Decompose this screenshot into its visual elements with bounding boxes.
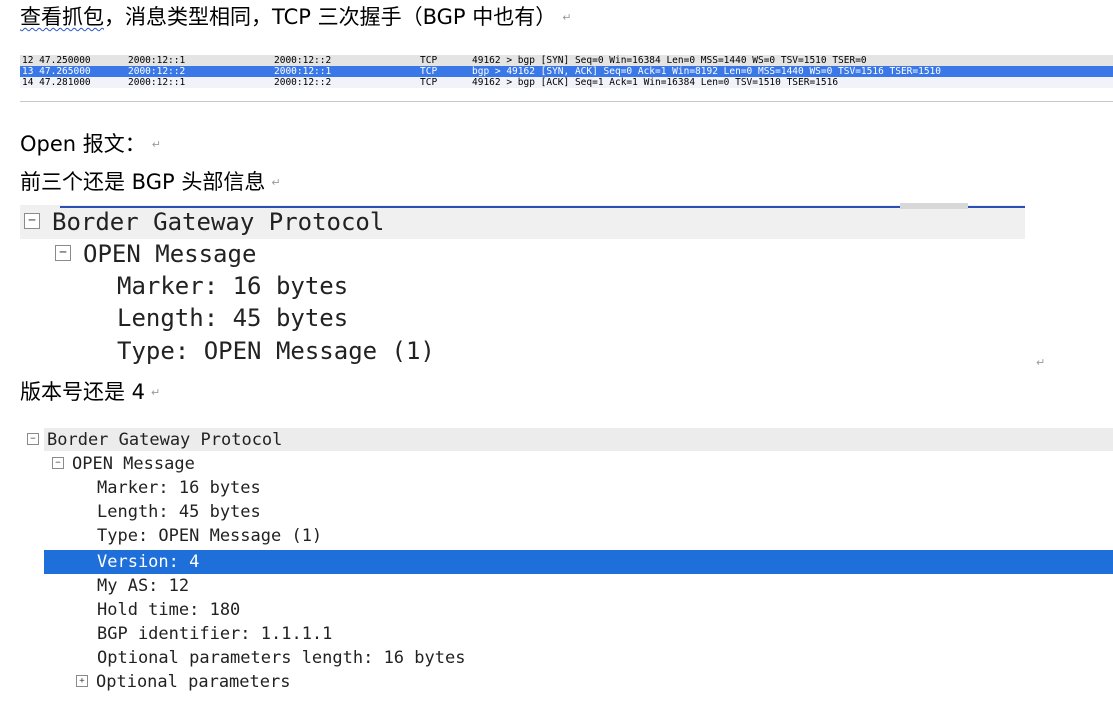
- packet-info: 49162 > bgp [SYN] Seq=0 Win=16384 Len=0 …: [472, 55, 867, 66]
- selected-row-highlight: [44, 550, 1113, 574]
- spellcheck-word: 查看抓包: [20, 5, 104, 29]
- packet-source: 2000:12::1: [128, 77, 186, 88]
- packet-info: 49162 > bgp [ACK] Seq=1 Ack=1 Win=16384 …: [472, 77, 839, 88]
- tree-field-hold-time[interactable]: Hold time: 180: [97, 599, 240, 621]
- packet-destination: 2000:12::2: [274, 77, 332, 88]
- collapse-icon[interactable]: −: [55, 245, 71, 261]
- tree-node-bgp[interactable]: − Border Gateway Protocol: [27, 429, 282, 451]
- tree-node-open-message[interactable]: − OPEN Message: [55, 239, 256, 269]
- packet-destination: 2000:12::2: [274, 55, 332, 66]
- paragraph-mark-icon: ↵: [151, 138, 161, 151]
- tree-field-marker[interactable]: Marker: 16 bytes: [117, 271, 348, 301]
- packet-protocol: TCP: [420, 77, 438, 88]
- expand-icon[interactable]: +: [76, 675, 88, 687]
- packet-row-selected[interactable]: 13 47.265000 2000:12::2 2000:12::1 TCP b…: [20, 66, 1113, 77]
- tree-node-optional-parameters[interactable]: + Optional parameters: [76, 671, 290, 693]
- paragraph-mark-icon: ↵: [271, 176, 281, 189]
- scrollbar-thumb[interactable]: [900, 203, 968, 209]
- note-header-info: 前三个还是 BGP 头部信息 ↵: [20, 169, 281, 196]
- tree-node-label: OPEN Message: [72, 454, 195, 474]
- note-open-message: Open 报文： ↵: [20, 131, 161, 158]
- tree-field-type[interactable]: Type: OPEN Message (1): [97, 525, 322, 547]
- packet-row[interactable]: 14 47.281000 2000:12::1 2000:12::2 TCP 4…: [20, 77, 1113, 88]
- note-capture-line: 查看抓包，消息类型相同，TCP 三次握手（BGP 中也有） ↵: [20, 4, 571, 31]
- tree-node-open-message[interactable]: − OPEN Message: [52, 453, 195, 475]
- tree-node-bgp[interactable]: − Border Gateway Protocol: [24, 207, 384, 237]
- note-text: Open 报文：: [20, 132, 146, 156]
- tree-field-my-as[interactable]: My AS: 12: [97, 575, 189, 597]
- packet-list: 12 47.250000 2000:12::1 2000:12::2 TCP 4…: [20, 55, 1113, 102]
- tree-field-opt-param-length[interactable]: Optional parameters length: 16 bytes: [97, 647, 465, 669]
- paragraph-mark-icon: ↵: [1036, 356, 1046, 369]
- tree-field-version[interactable]: Version: 4: [97, 551, 199, 573]
- packet-row[interactable]: 12 47.250000 2000:12::1 2000:12::2 TCP 4…: [20, 55, 1113, 66]
- packet-details-full: − Border Gateway Protocol − OPEN Message M…: [0, 428, 1113, 716]
- tree-field-type[interactable]: Type: OPEN Message (1): [117, 336, 435, 366]
- collapse-icon[interactable]: −: [52, 457, 64, 469]
- tree-node-label: Border Gateway Protocol: [52, 208, 385, 236]
- packet-destination: 2000:12::1: [274, 66, 332, 77]
- note-version: 版本号还是 4 ↵: [20, 379, 160, 406]
- packet-info: bgp > 49162 [SYN, ACK] Seq=0 Ack=1 Win=8…: [472, 66, 941, 77]
- packet-source: 2000:12::2: [128, 66, 186, 77]
- tree-field-marker[interactable]: Marker: 16 bytes: [97, 477, 261, 499]
- note-text: ，消息类型相同，TCP 三次握手（BGP 中也有）: [104, 5, 557, 29]
- note-text: 版本号还是 4: [20, 380, 146, 404]
- collapse-icon[interactable]: −: [24, 213, 40, 229]
- tree-node-label: Border Gateway Protocol: [47, 430, 283, 450]
- tree-node-label: Optional parameters: [96, 672, 291, 692]
- packet-no-time: 12 47.250000: [22, 55, 91, 66]
- tree-field-length[interactable]: Length: 45 bytes: [117, 303, 348, 333]
- packet-no-time: 13 47.265000: [22, 66, 91, 77]
- tree-field-length[interactable]: Length: 45 bytes: [97, 501, 261, 523]
- packet-protocol: TCP: [420, 55, 438, 66]
- tree-field-bgp-identifier[interactable]: BGP identifier: 1.1.1.1: [97, 623, 332, 645]
- tree-node-label: OPEN Message: [83, 240, 257, 268]
- packet-no-time: 14 47.281000: [22, 77, 91, 88]
- collapse-icon[interactable]: −: [27, 433, 39, 445]
- paragraph-mark-icon: ↵: [562, 11, 572, 24]
- packet-protocol: TCP: [420, 66, 438, 77]
- paragraph-mark-icon: ↵: [151, 386, 161, 399]
- packet-source: 2000:12::1: [128, 55, 186, 66]
- note-text: 前三个还是 BGP 头部信息: [20, 170, 266, 194]
- packet-details-large: − Border Gateway Protocol − OPEN Message M…: [0, 203, 1030, 366]
